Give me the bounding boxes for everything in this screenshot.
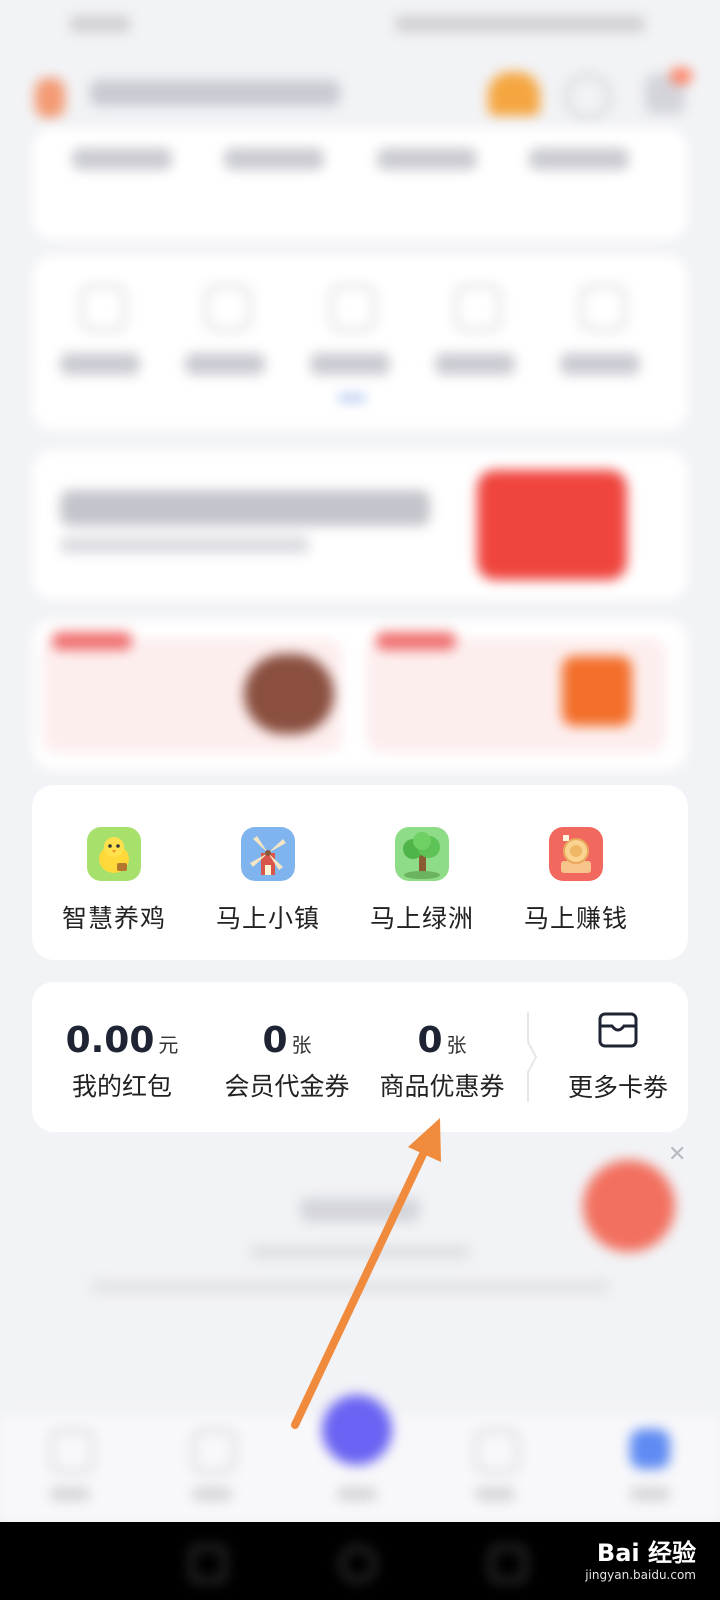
status-icons (395, 16, 645, 32)
service-icon[interactable] (80, 285, 126, 331)
service-icon[interactable] (455, 285, 501, 331)
more-cards-button[interactable]: 更多卡劵 (548, 982, 688, 1132)
red-packet-label: 我的红包 (71, 1072, 172, 1101)
back-icon[interactable] (490, 1546, 526, 1582)
service-label (310, 353, 390, 375)
tab-orders-icon[interactable] (192, 1429, 236, 1473)
product-coupon-entry[interactable]: 0张 商品优惠券 (357, 982, 527, 1132)
gift-box-image (477, 470, 627, 580)
service-grid-card (32, 255, 688, 430)
service-icon[interactable] (580, 285, 626, 331)
deals-card (32, 620, 688, 770)
notification-badge (670, 68, 692, 84)
promo-banner[interactable] (32, 450, 688, 600)
deal-image (244, 654, 334, 734)
recommend-subtitle (250, 1245, 470, 1259)
tab-label (475, 1487, 515, 1501)
red-packet-entry[interactable]: 0.00 元 我的红包 (32, 982, 212, 1132)
recommend-text (90, 1280, 610, 1294)
tab-me-icon[interactable] (630, 1429, 670, 1469)
status-time (70, 16, 130, 32)
app-label: 马上赚钱 (523, 904, 628, 933)
watermark: Bai 经验 jingyan.baidu.com (585, 1533, 696, 1582)
shortcut-item[interactable] (377, 148, 477, 170)
service-label (185, 353, 265, 375)
tab-home-icon[interactable] (50, 1429, 94, 1473)
service-label (60, 353, 140, 375)
service-icon[interactable] (205, 285, 251, 331)
close-icon[interactable]: ✕ (668, 1142, 686, 1167)
mini-apps-card: 智慧养鸡 马上小镇 马上绿洲 马上赚钱 (32, 785, 688, 960)
service-label (435, 353, 515, 375)
tab-label (630, 1487, 670, 1501)
service-label (560, 353, 640, 375)
tab-label (192, 1487, 232, 1501)
unit-label: 张 (291, 1033, 312, 1057)
tree-icon (395, 827, 449, 881)
product-coupon-label: 商品优惠券 (379, 1072, 505, 1101)
watermark-brand: Bai 经验 (596, 1539, 696, 1567)
status-bar (0, 0, 720, 50)
avatar[interactable] (35, 78, 65, 118)
deal-tag (376, 632, 456, 650)
recent-apps-icon[interactable] (190, 1546, 226, 1582)
member-voucher-entry[interactable]: 0张 会员代金券 (202, 982, 372, 1132)
settings-icon[interactable] (565, 74, 611, 120)
coin-icon (549, 827, 603, 881)
chick-icon (87, 827, 141, 881)
app-earn-money[interactable]: 马上赚钱 (494, 785, 658, 960)
page-indicator (338, 395, 366, 401)
member-voucher-count: 0 (262, 1020, 288, 1061)
shortcut-item[interactable] (224, 148, 324, 170)
profile-header (0, 60, 720, 130)
deal-image (562, 656, 632, 726)
windmill-icon (241, 827, 295, 881)
promo-title (60, 490, 430, 526)
tab-center-icon[interactable] (322, 1395, 392, 1465)
shortcut-item[interactable] (72, 148, 172, 170)
app-oasis[interactable]: 马上绿洲 (340, 785, 504, 960)
app-smart-chicken[interactable]: 智慧养鸡 (32, 785, 196, 960)
wallet-icon (598, 1012, 638, 1048)
product-coupon-count: 0 (417, 1020, 443, 1061)
account-shortcuts-card (32, 128, 688, 240)
account-name (90, 80, 340, 106)
unit-label: 张 (446, 1033, 467, 1057)
service-icon[interactable] (330, 285, 376, 331)
bottom-tab-bar (0, 1395, 720, 1520)
home-icon[interactable] (340, 1546, 376, 1582)
unit-label: 元 (158, 1033, 179, 1057)
promo-subtitle (60, 536, 310, 554)
app-label: 马上小镇 (215, 904, 320, 933)
watermark-url: jingyan.baidu.com (585, 1568, 696, 1582)
shortcut-item[interactable] (529, 148, 629, 170)
wallet-summary-card: 0.00 元 我的红包 0张 会员代金券 0张 商品优惠券 更多卡劵 (32, 982, 688, 1132)
tab-service-icon[interactable] (475, 1429, 519, 1473)
tab-label (337, 1487, 377, 1501)
app-label: 智慧养鸡 (61, 904, 166, 933)
deal-tag (52, 632, 132, 650)
app-town[interactable]: 马上小镇 (186, 785, 350, 960)
divider (527, 1012, 538, 1102)
red-packet-amount: 0.00 (65, 1020, 155, 1061)
more-cards-label: 更多卡劵 (567, 1073, 668, 1102)
tab-label (50, 1487, 90, 1501)
member-voucher-label: 会员代金券 (224, 1072, 350, 1101)
vip-badge-icon[interactable] (488, 72, 540, 116)
floating-promo[interactable] (583, 1160, 675, 1252)
app-label: 马上绿洲 (369, 904, 474, 933)
recommend-title (300, 1198, 420, 1222)
